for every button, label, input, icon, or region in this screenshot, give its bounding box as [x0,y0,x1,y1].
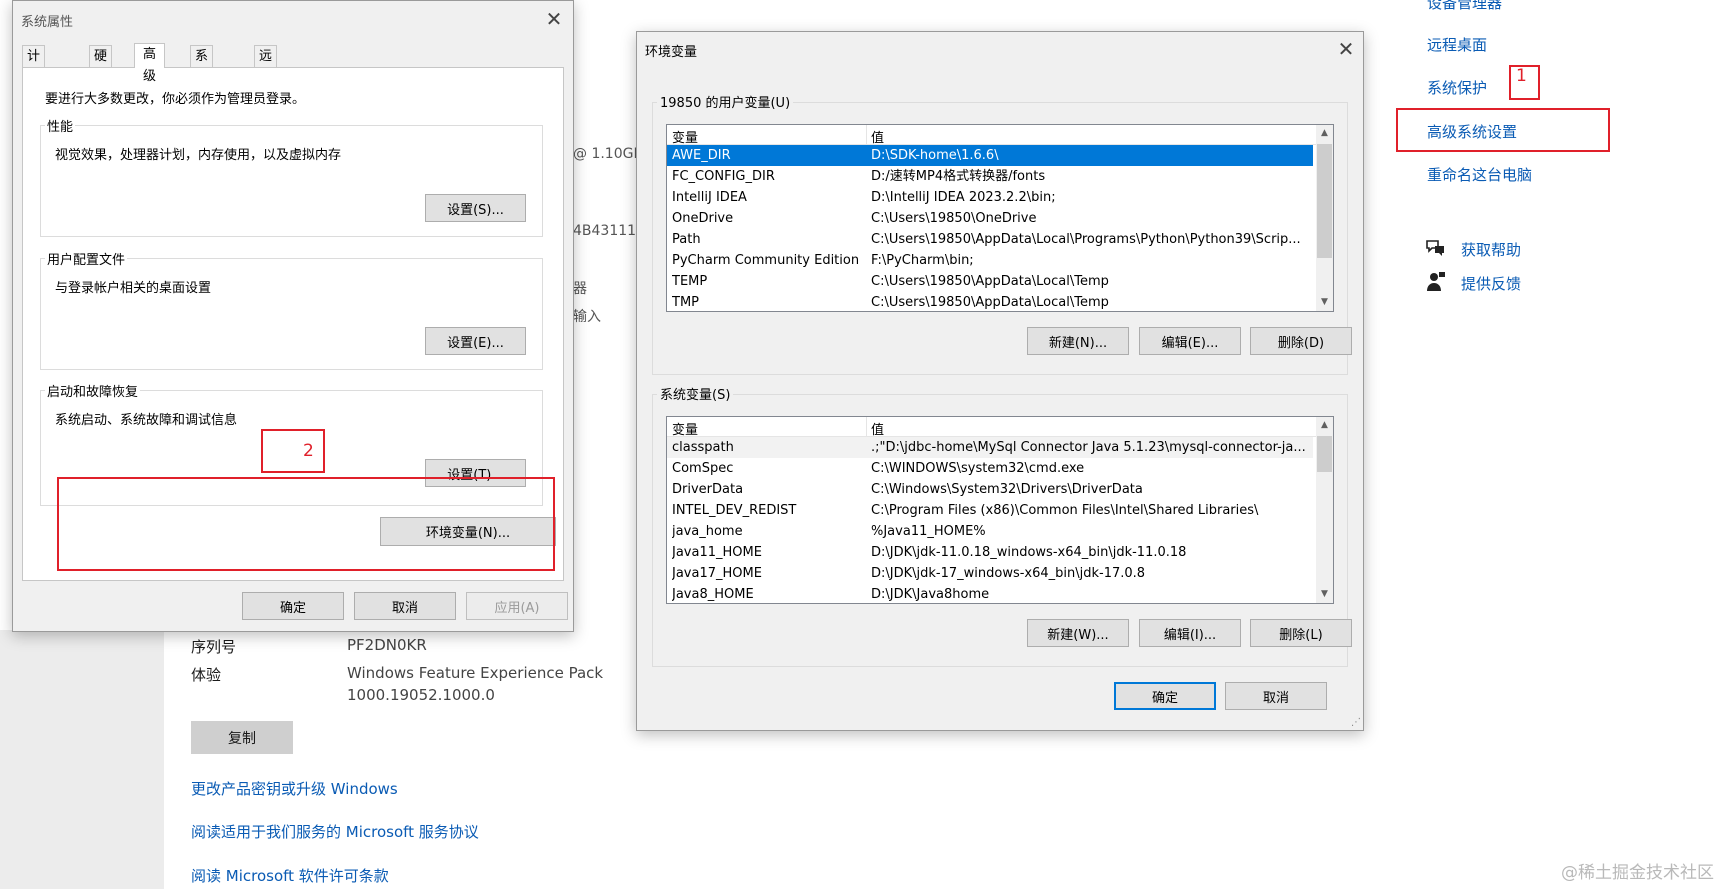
device-manager-link[interactable]: 设备管理器 [1427,0,1502,13]
list-item[interactable]: ComSpec C:\WINDOWS\system32\cmd.exe [667,458,1313,479]
tab-system-protection[interactable]: 系统保护 [190,45,214,130]
user-variables-section: 19850 的用户变量(U) 变量 值 AWE_DIR D:\SDK-home\1… [652,92,1352,375]
user-variables-label: 19850 的用户变量(U) [657,92,794,111]
partial-pen-text: 输入 [573,309,601,325]
column-value-header[interactable]: 值 [871,419,884,438]
env-ok-button[interactable]: 确定 [1114,682,1216,710]
performance-group-label: 性能 [45,116,76,135]
user-profiles-group: 用户配置文件 与登录帐户相关的桌面设置 设置(E)... [40,249,543,370]
user-edit-button[interactable]: 编辑(E)... [1139,327,1241,355]
copy-button[interactable]: 复制 [191,721,293,754]
scroll-thumb[interactable] [1317,144,1332,258]
tab-remote[interactable]: 远程 [254,45,278,86]
list-item[interactable]: Java17_HOME D:\JDK\jdk-17_windows-x64_bin… [667,563,1313,584]
give-feedback-link[interactable]: 提供反馈 [1461,273,1521,294]
scroll-up-icon[interactable]: ▲ [1316,125,1333,142]
annotation-number-2: 2 [303,441,314,461]
tab-hardware[interactable]: 硬件 [89,45,113,86]
user-list-scrollbar[interactable]: ▲ ▼ [1316,125,1333,311]
change-product-key-link[interactable]: 更改产品密钥或升级 Windows [191,778,398,799]
annotation-box-env-button [57,477,555,571]
list-item[interactable]: PyCharm Community Edition F:\PyCharm\bin; [667,250,1313,271]
list-item[interactable]: Java8_HOME D:\JDK\Java8home [667,584,1313,603]
list-item[interactable]: classpath .;"D:\jdbc-home\MySql Connector… [667,437,1313,458]
user-delete-button[interactable]: 删除(D) [1250,327,1352,355]
user-new-button[interactable]: 新建(N)... [1027,327,1129,355]
scroll-down-icon[interactable]: ▼ [1316,586,1333,603]
startup-recovery-description: 系统启动、系统故障和调试信息 [55,413,238,428]
system-variables-section: 系统变量(S) 变量 值 classpath .;"D:\jdbc-home\My… [652,384,1352,667]
list-header: 变量 值 [667,125,1333,146]
feedback-person-icon [1426,271,1446,293]
list-item[interactable]: IntelliJ IDEA D:\IntelliJ IDEA 2023.2.2\b… [667,187,1313,208]
service-agreement-link[interactable]: 阅读适用于我们服务的 Microsoft 服务协议 [191,821,479,842]
ok-button[interactable]: 确定 [242,592,344,620]
tab-advanced[interactable]: 高级 [134,43,166,84]
serial-value: PF2DN0KR [347,636,427,654]
experience-value: Windows Feature Experience Pack [347,664,604,682]
list-item[interactable]: Path C:\Users\19850\AppData\Local\Program… [667,229,1313,250]
apply-button[interactable]: 应用(A) [466,592,568,620]
dialog-title: 环境变量 [645,45,698,60]
license-terms-link[interactable]: 阅读 Microsoft 软件许可条款 [191,865,389,886]
system-protection-link[interactable]: 系统保护 [1427,77,1487,98]
list-item[interactable]: TEMP C:\Users\19850\AppData\Local\Temp [667,271,1313,292]
tab-computer-name[interactable]: 计算机名 [22,45,46,130]
watermark: @稀土掘金技术社区 [1561,863,1714,883]
env-cancel-button[interactable]: 取消 [1225,682,1327,710]
serial-label: 序列号 [191,638,237,656]
scroll-down-icon[interactable]: ▼ [1316,294,1333,311]
dialog-title: 系统属性 [21,15,74,30]
cancel-button[interactable]: 取消 [354,592,456,620]
column-value-header[interactable]: 值 [871,127,884,146]
settings-left-strip [0,630,164,889]
system-list-scrollbar[interactable]: ▲ ▼ [1316,417,1333,603]
admin-notice: 要进行大多数更改，你必须作为管理员登录。 [45,92,306,107]
annotation-box-advanced-settings [1396,108,1610,152]
partial-systype-text: 器 [573,281,587,297]
list-item[interactable]: OneDrive C:\Users\19850\OneDrive [667,208,1313,229]
user-variables-list[interactable]: 变量 值 AWE_DIR D:\SDK-home\1.6.6\ FC_CONFIG… [666,124,1334,312]
startup-recovery-group-label: 启动和故障恢复 [45,381,141,400]
performance-settings-button[interactable]: 设置(S)... [425,194,526,222]
experience-version: 1000.19052.1000.0 [347,686,495,704]
column-name-header[interactable]: 变量 [672,127,698,146]
environment-variables-dialog: 环境变量 ✕ 19850 的用户变量(U) 变量 值 AWE_DIR D:\SDK… [636,31,1364,731]
column-name-header[interactable]: 变量 [672,419,698,438]
user-profiles-description: 与登录帐户相关的桌面设置 [55,281,212,296]
list-item[interactable]: DriverData C:\Windows\System32\Drivers\Dr… [667,479,1313,500]
system-delete-button[interactable]: 删除(L) [1250,619,1352,647]
resize-grip-icon[interactable]: ⋰ [1351,717,1361,728]
list-item[interactable]: AWE_DIR D:\SDK-home\1.6.6\ [667,145,1313,166]
annotation-number-1: 1 [1516,66,1527,86]
scroll-up-icon[interactable]: ▲ [1316,417,1333,434]
system-new-button[interactable]: 新建(W)... [1027,619,1129,647]
scroll-thumb[interactable] [1317,436,1332,472]
rename-pc-link[interactable]: 重命名这台电脑 [1427,164,1532,185]
user-profiles-group-label: 用户配置文件 [45,249,128,268]
close-icon[interactable]: ✕ [1337,39,1355,59]
system-variables-label: 系统变量(S) [657,384,734,403]
get-help-link[interactable]: 获取帮助 [1461,239,1521,260]
experience-label: 体验 [191,666,222,684]
performance-group: 性能 视觉效果，处理器计划，内存使用，以及虚拟内存 设置(S)... [40,116,543,237]
column-separator [866,417,867,436]
performance-description: 视觉效果，处理器计划，内存使用，以及虚拟内存 [55,148,342,163]
column-separator [866,125,867,144]
remote-desktop-link[interactable]: 远程桌面 [1427,34,1487,55]
list-item[interactable]: TMP C:\Users\19850\AppData\Local\Temp [667,292,1313,311]
user-profiles-settings-button[interactable]: 设置(E)... [425,327,526,355]
annotation-box-step-2 [261,429,325,473]
list-item[interactable]: java_home %Java11_HOME% [667,521,1313,542]
list-item[interactable]: INTEL_DEV_REDIST C:\Program Files (x86)\C… [667,500,1313,521]
system-variables-list[interactable]: 变量 值 classpath .;"D:\jdbc-home\MySql Conn… [666,416,1334,604]
partial-processor-text: @ 1.10GH [573,146,644,162]
list-header: 变量 值 [667,417,1333,438]
system-edit-button[interactable]: 编辑(I)... [1139,619,1241,647]
list-item[interactable]: Java11_HOME D:\JDK\jdk-11.0.18_windows-x6… [667,542,1313,563]
help-chat-icon [1425,238,1447,258]
list-item[interactable]: FC_CONFIG_DIR D:/速转MP4格式转换器/fonts [667,166,1313,187]
close-icon[interactable]: ✕ [545,9,563,29]
